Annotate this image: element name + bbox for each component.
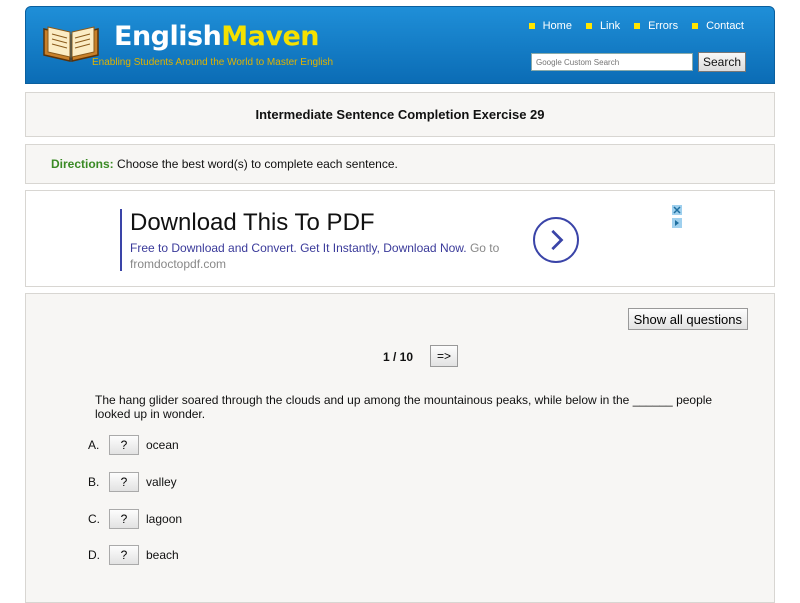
site-logo[interactable]: EnglishMaven — [114, 21, 320, 52]
ad-banner[interactable]: Download This To PDF Free to Download an… — [25, 190, 775, 287]
nav-home-label: Home — [542, 20, 572, 32]
option-letter: D. — [88, 548, 100, 562]
bullet-icon — [585, 23, 592, 29]
option-text: lagoon — [146, 512, 183, 526]
option-b-button[interactable]: ? — [109, 472, 139, 492]
option-text: ocean — [146, 438, 179, 452]
nav-home[interactable]: Home — [528, 20, 572, 32]
option-letter: B. — [88, 475, 100, 489]
nav-contact-label: Contact — [706, 20, 744, 32]
directions-text: Choose the best word(s) to complete each… — [113, 157, 398, 171]
search-button[interactable]: Search — [698, 52, 746, 72]
question-counter: 1 / 10 — [383, 350, 414, 364]
question-text: The hang glider soared through the cloud… — [95, 393, 713, 421]
ad-info-icon[interactable] — [672, 218, 682, 228]
search-input[interactable] — [531, 53, 693, 71]
quiz-panel: Show all questions 1 / 10 => The hang gl… — [25, 293, 775, 603]
option-text: valley — [146, 475, 177, 489]
nav-link-label: Link — [599, 20, 621, 32]
logo-accent-text: Maven — [221, 21, 320, 52]
option-letter: A. — [88, 438, 100, 452]
option-d-button[interactable]: ? — [109, 545, 139, 565]
option-letter: C. — [88, 512, 100, 526]
option-d: D. ? beach — [88, 545, 179, 565]
option-c-button[interactable]: ? — [109, 509, 139, 529]
option-a-button[interactable]: ? — [109, 435, 139, 455]
ad-description: Free to Download and Convert. Get It Ins… — [130, 240, 525, 272]
ad-accent-bar — [120, 209, 122, 271]
directions-box: Directions: Choose the best word(s) to c… — [25, 144, 775, 184]
bullet-icon — [528, 23, 535, 29]
ad-title[interactable]: Download This To PDF — [130, 209, 375, 237]
nav-errors[interactable]: Errors — [634, 20, 678, 32]
option-c: C. ? lagoon — [88, 509, 182, 529]
ad-description-text: Free to Download and Convert. Get It Ins… — [130, 241, 467, 255]
bullet-icon — [634, 23, 641, 29]
close-icon[interactable] — [672, 205, 682, 215]
page-title: Intermediate Sentence Completion Exercis… — [25, 92, 775, 137]
site-tagline: Enabling Students Around the World to Ma… — [92, 57, 334, 68]
bullet-icon — [692, 23, 699, 29]
show-all-questions-button[interactable]: Show all questions — [627, 308, 748, 330]
chevron-right-icon[interactable] — [533, 217, 579, 263]
directions-label: Directions: — [51, 157, 114, 171]
main-nav: Home Link Errors Contact — [528, 20, 744, 32]
option-a: A. ? ocean — [88, 435, 179, 455]
next-question-button[interactable]: => — [430, 345, 458, 367]
site-header: EnglishMaven Enabling Students Around th… — [25, 6, 775, 84]
option-b: B. ? valley — [88, 472, 177, 492]
nav-contact[interactable]: Contact — [692, 20, 744, 32]
logo-main-text: English — [114, 21, 222, 52]
nav-link[interactable]: Link — [585, 20, 621, 32]
option-text: beach — [146, 548, 179, 562]
nav-errors-label: Errors — [648, 20, 679, 32]
